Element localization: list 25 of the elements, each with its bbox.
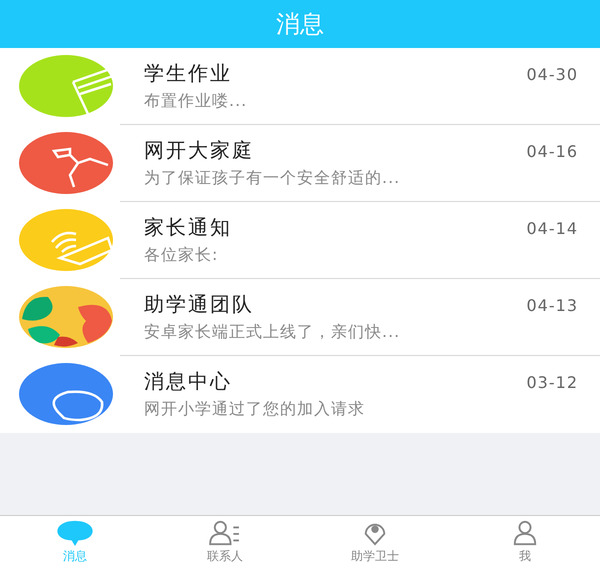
message-item[interactable]: 助学通团队 04-13 安卓家长端正式上线了，亲们快... (0, 279, 600, 356)
message-date: 04-14 (526, 219, 578, 238)
message-date: 04-13 (526, 296, 578, 315)
message-preview: 为了保证孩子有一个安全舒适的... (144, 168, 402, 189)
tab[interactable]: 助学卫士 (300, 516, 450, 566)
message-date: 03-12 (526, 373, 578, 392)
message-item[interactable]: 学生作业 04-30 布置作业喽... (0, 48, 600, 125)
chat-bubble-icon (55, 520, 95, 546)
message-item[interactable]: 网开大家庭 04-16 为了保证孩子有一个安全舒适的... (0, 125, 600, 202)
message-item[interactable]: 家长通知 04-14 各位家长: (0, 202, 600, 279)
tab[interactable]: 我 (450, 516, 600, 566)
message-preview: 安卓家长端正式上线了，亲们快... (144, 322, 402, 343)
header-title: 消息 (276, 9, 324, 40)
tab[interactable]: 联系人 (150, 516, 300, 566)
message-item[interactable]: 消息中心 03-12 网开小学通过了您的加入请求 (0, 356, 600, 433)
message-preview: 网开小学通过了您的加入请求 (144, 399, 366, 420)
message-date: 04-30 (526, 65, 578, 84)
message-preview: 布置作业喽... (144, 91, 248, 112)
message-date: 04-16 (526, 142, 578, 161)
message-title: 网开大家庭 (144, 137, 254, 164)
message-title: 家长通知 (144, 214, 232, 241)
message-title: 消息中心 (144, 368, 232, 395)
message-preview: 各位家长: (144, 245, 220, 266)
message-title: 学生作业 (144, 60, 232, 87)
message-title: 助学通团队 (144, 291, 254, 318)
